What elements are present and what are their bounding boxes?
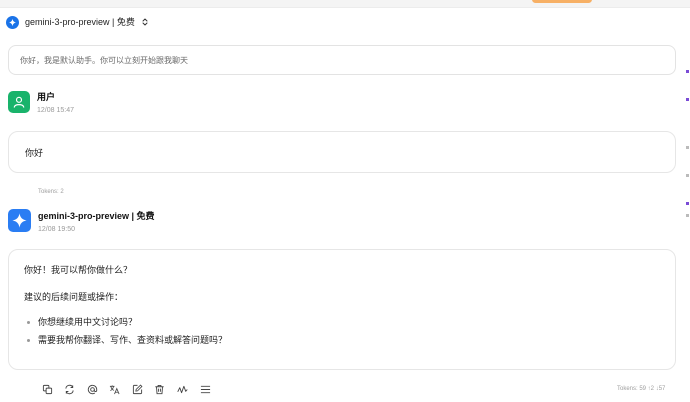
suggestion-item: 你想继续用中文讨论吗？ — [24, 316, 227, 334]
scroll-marker — [686, 202, 689, 205]
gemini-star-icon — [12, 213, 27, 228]
mention-icon — [87, 384, 97, 394]
copy-button[interactable] — [40, 382, 54, 396]
delete-button[interactable] — [153, 382, 167, 396]
gemini-logo-icon — [6, 15, 19, 29]
scroll-marker — [686, 98, 689, 101]
edit-icon — [132, 384, 143, 394]
suggestion-list: 你想继续用中文讨论吗？ 需要我帮你翻译、写作、查资料或解答问题吗？ — [24, 316, 227, 352]
scroll-marker — [686, 146, 689, 149]
scroll-marker — [686, 174, 689, 177]
system-prompt-box[interactable]: 你好，我是默认助手。你可以立刻开始跟我聊天 — [8, 45, 676, 75]
chevron-up-down-icon — [142, 18, 148, 26]
regenerate-button[interactable] — [63, 382, 77, 396]
user-message-time: 12/08 15:47 — [37, 107, 74, 114]
message-action-bar — [40, 382, 221, 396]
translate-button[interactable] — [108, 382, 122, 396]
user-avatar — [8, 91, 30, 113]
scroll-marker — [686, 70, 689, 73]
assistant-sender-name: gemini-3-pro-preview | 免费 — [38, 211, 155, 221]
translate-icon — [110, 384, 120, 394]
edit-button[interactable] — [130, 382, 144, 396]
scroll-marker — [686, 214, 689, 217]
activity-chart-icon — [177, 385, 188, 393]
menu-icon — [200, 385, 210, 393]
user-message-bubble — [8, 131, 676, 173]
assistant-message-tokens: Tokens: 59 ↑2 ↓57 — [617, 386, 666, 392]
assistant-message-time: 12/08 19:50 — [38, 226, 75, 233]
assistant-greeting: 你好！我可以帮你做什么？ — [24, 265, 133, 275]
scroll-markers — [686, 70, 690, 220]
window-top-bar — [0, 0, 690, 8]
chart-button[interactable] — [176, 382, 190, 396]
user-sender-name: 用户 — [37, 92, 56, 102]
user-icon — [13, 96, 25, 108]
trash-icon — [155, 384, 165, 394]
model-selector[interactable]: gemini-3-pro-preview | 免费 — [6, 15, 149, 29]
more-menu-button[interactable] — [198, 382, 212, 396]
user-message-tokens: Tokens: 2 — [38, 189, 64, 195]
suggestion-item: 需要我帮你翻译、写作、查资料或解答问题吗？ — [24, 334, 227, 352]
assistant-suggest-heading: 建议的后续问题或操作： — [24, 292, 124, 302]
regenerate-icon — [65, 384, 74, 394]
top-accent-pill[interactable] — [532, 0, 592, 3]
model-selector-label: gemini-3-pro-preview | 免费 — [25, 17, 135, 27]
user-message-content: 你好 — [25, 148, 44, 158]
system-prompt-text: 你好，我是默认助手。你可以立刻开始跟我聊天 — [20, 56, 188, 65]
mention-button[interactable] — [85, 382, 99, 396]
assistant-avatar — [8, 209, 31, 232]
copy-icon — [42, 384, 52, 394]
